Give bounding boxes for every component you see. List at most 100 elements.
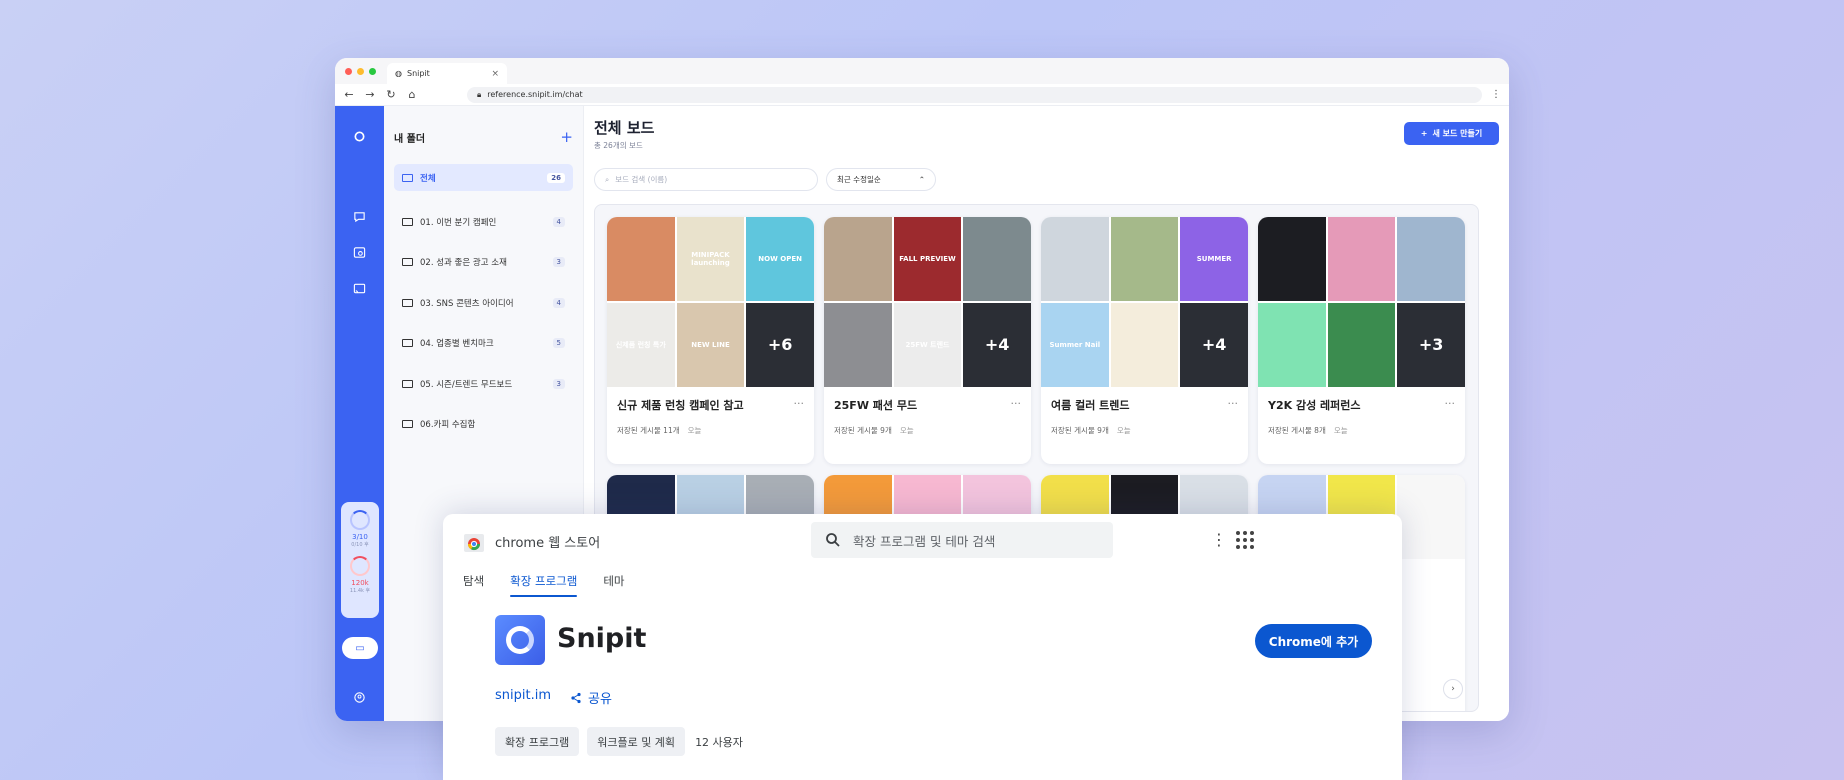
- folder-item[interactable]: 04. 업종별 벤치마크 5: [394, 330, 573, 357]
- more-thumbnails-count: +3: [1397, 303, 1465, 387]
- plus-icon: +: [1420, 129, 1428, 138]
- tab-title: Snipit: [406, 69, 430, 78]
- thumbnail: [824, 303, 892, 387]
- close-window-button[interactable]: [345, 68, 352, 75]
- chrome-web-store-panel: chrome 웹 스토어 확장 프로그램 및 테마 검색 ⋮ 탐색 확장 프로그램…: [443, 514, 1402, 780]
- thumbnail: [1327, 217, 1396, 301]
- more-options-icon[interactable]: ⋮: [1211, 530, 1227, 549]
- board-menu-icon[interactable]: ···: [1445, 397, 1456, 413]
- folder-label: 전체: [420, 173, 436, 184]
- folder-count-badge: 5: [552, 338, 565, 348]
- new-board-button[interactable]: + 새 보드 만들기: [1404, 122, 1499, 145]
- board-card[interactable]: FALL PREVIEW 25FW 트렌드 +4 25FW 패션 무드 ··· 저장된 게…: [824, 217, 1031, 464]
- folder-item[interactable]: 01. 이번 분기 캠페인 4: [394, 208, 573, 235]
- browser-menu-icon[interactable]: ⋮: [1491, 89, 1501, 100]
- folder-nav-button[interactable]: ▭: [342, 637, 378, 659]
- maximize-window-button[interactable]: [369, 68, 376, 75]
- thumbnail: 신제품 런칭 특가: [607, 303, 675, 387]
- store-tab[interactable]: 테마: [603, 573, 624, 597]
- store-tabs: 탐색 확장 프로그램 테마: [463, 573, 624, 597]
- thumbnail: NOW OPEN: [746, 217, 814, 301]
- folder-list: 전체 26 01. 이번 분기 캠페인 4 02. 성과 좋은 광고 소재 3 03. SN…: [394, 164, 573, 438]
- store-tab[interactable]: 탐색: [463, 573, 484, 597]
- usage-sub: 0/10 후: [351, 542, 369, 548]
- thumbnail: FALL PREVIEW: [893, 217, 962, 301]
- sort-value: 최근 수정일순: [837, 175, 881, 184]
- globe-icon: ◍: [395, 69, 402, 78]
- token-sub: 11.4k 후: [349, 588, 371, 594]
- sort-select[interactable]: 최근 수정일순 ⌃: [826, 168, 936, 191]
- board-search-input[interactable]: ⌕ 보드 검색 (이름): [594, 168, 818, 191]
- folder-icon: [402, 173, 413, 182]
- folder-icon: [402, 217, 413, 226]
- category-chip[interactable]: 워크플로 및 계획: [587, 727, 686, 756]
- browser-tab[interactable]: ◍ Snipit ×: [387, 63, 507, 84]
- folder-count-badge: 3: [552, 257, 565, 267]
- board-meta: 저장된 게시물 8개 오늘: [1258, 413, 1465, 436]
- folder-label: 01. 이번 분기 캠페인: [420, 217, 497, 228]
- back-icon[interactable]: ←: [343, 88, 355, 101]
- folder-item[interactable]: 전체 26: [394, 164, 573, 191]
- more-thumbnails-count: +4: [1180, 303, 1248, 387]
- share-icon: [571, 692, 581, 703]
- thumbnail: Summer Nail: [1041, 303, 1109, 387]
- usage-ring-icon: [350, 510, 370, 530]
- cast-icon[interactable]: [335, 282, 384, 298]
- search-icon: [826, 533, 840, 547]
- url-field[interactable]: 🔒︎ reference.snipit.im/chat: [467, 86, 1482, 103]
- saved-count: 저장된 게시물 8개: [1268, 426, 1326, 435]
- updated-date: 오늘: [899, 426, 914, 435]
- add-folder-button[interactable]: +: [560, 128, 573, 146]
- tab-bar: ◍ Snipit ×: [335, 58, 1509, 84]
- store-tab[interactable]: 확장 프로그램: [510, 573, 578, 597]
- thumbnail: [1041, 217, 1109, 301]
- apps-grid-icon[interactable]: [1236, 531, 1254, 549]
- reload-icon[interactable]: ↻: [385, 88, 397, 101]
- folder-count-badge: 26: [547, 172, 565, 183]
- store-name[interactable]: chrome 웹 스토어: [495, 532, 600, 551]
- chevron-updown-icon: ⌃: [918, 175, 925, 184]
- board-title: 신규 제품 런칭 캠페인 참고: [617, 399, 744, 412]
- category-chip[interactable]: 확장 프로그램: [495, 727, 580, 756]
- more-thumbnails-count: +6: [746, 303, 814, 387]
- board-title-row: 25FW 패션 무드 ···: [824, 387, 1031, 413]
- board-card[interactable]: MINIPACK launching NOW OPEN 신제품 런칭 특가 NEW L…: [607, 217, 814, 464]
- share-label: 공유: [588, 692, 612, 707]
- chat-icon[interactable]: [335, 210, 384, 226]
- tab-close-icon[interactable]: ×: [491, 69, 499, 79]
- updated-date: 오늘: [687, 426, 702, 435]
- thumbnail: [1397, 475, 1465, 559]
- folder-item[interactable]: 06.카피 수집함: [394, 411, 573, 438]
- next-page-button[interactable]: ›: [1443, 679, 1463, 699]
- window-controls: [345, 68, 376, 75]
- folder-item[interactable]: 03. SNS 콘텐츠 아이디어 4: [394, 289, 573, 316]
- folder-item[interactable]: 02. 성과 좋은 광고 소재 3: [394, 249, 573, 276]
- folder-label: 05. 시즌/트렌드 무드보드: [420, 379, 513, 390]
- board-menu-icon[interactable]: ···: [794, 397, 805, 413]
- board-menu-icon[interactable]: ···: [1011, 397, 1022, 413]
- folder-icon: [402, 379, 413, 388]
- website-link[interactable]: snipit.im: [495, 688, 551, 703]
- minimize-window-button[interactable]: [357, 68, 364, 75]
- thumbnail: [963, 217, 1031, 301]
- add-to-chrome-button[interactable]: Chrome에 추가: [1255, 624, 1372, 658]
- folder-label: 06.카피 수집함: [420, 420, 476, 430]
- home-icon[interactable]: ⌂: [406, 88, 418, 101]
- image-search-icon[interactable]: [335, 246, 384, 262]
- store-search-input[interactable]: 확장 프로그램 및 테마 검색: [811, 522, 1113, 558]
- profile-icon[interactable]: [335, 691, 384, 707]
- sidebar-title: 내 폴더: [394, 133, 426, 145]
- thumbnail: [1397, 217, 1465, 301]
- board-menu-icon[interactable]: ···: [1228, 397, 1239, 413]
- user-count: 12 사용자: [695, 735, 743, 749]
- board-card[interactable]: SUMMER Summer Nail +4 여름 컬러 트렌드 ··· 저장된 게시물 9…: [1041, 217, 1248, 464]
- folder-count-badge: 4: [552, 216, 565, 227]
- thumbnail: [1110, 217, 1179, 301]
- forward-icon[interactable]: →: [364, 88, 376, 101]
- board-thumbnails: MINIPACK launching NOW OPEN 신제품 런칭 특가 NEW L…: [607, 217, 814, 387]
- board-card[interactable]: +3 Y2K 감성 레퍼런스 ··· 저장된 게시물 8개 오늘: [1258, 217, 1465, 464]
- logo-icon[interactable]: [335, 130, 384, 146]
- folder-item[interactable]: 05. 시즌/트렌드 무드보드 3: [394, 370, 573, 397]
- share-button[interactable]: 공유: [570, 688, 612, 707]
- usage-panel: 3/10 0/10 후 120k 11.4k 후: [341, 502, 379, 618]
